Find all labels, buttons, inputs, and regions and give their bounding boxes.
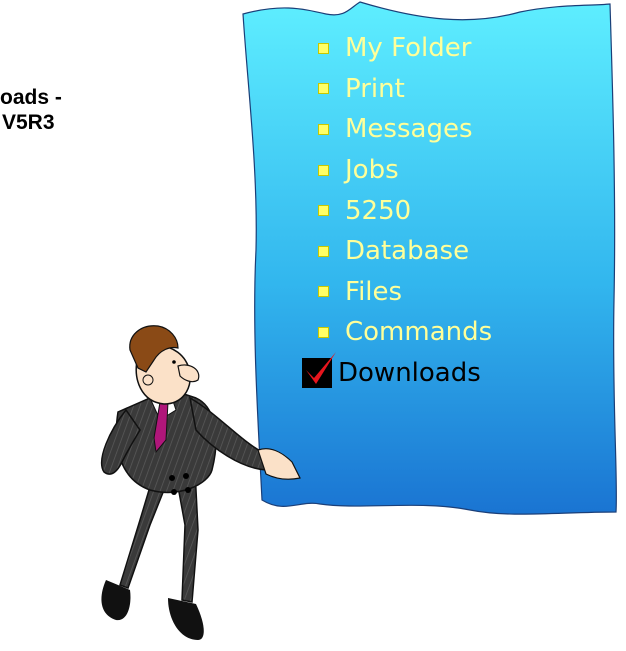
- menu-item-jobs[interactable]: Jobs: [300, 150, 492, 191]
- menu-item-5250[interactable]: 5250: [300, 190, 492, 231]
- menu-item-label: Commands: [345, 317, 493, 348]
- menu-item-label: Print: [345, 73, 405, 104]
- menu-item-label: Jobs: [345, 155, 399, 186]
- heading-line-2: V5R3: [2, 111, 55, 134]
- bullet-icon: [318, 205, 329, 217]
- menu-item-commands[interactable]: Commands: [300, 312, 492, 353]
- menu-item-label: Messages: [345, 114, 473, 145]
- bullet-icon: [318, 42, 329, 54]
- menu-item-label: Database: [345, 236, 470, 267]
- menu-item-label: My Folder: [345, 33, 472, 64]
- heading-line-1: oads -: [0, 86, 62, 109]
- check-icon: [302, 352, 336, 389]
- menu-item-label: Downloads: [338, 358, 481, 389]
- menu-item-my-folder[interactable]: My Folder: [300, 28, 492, 69]
- menu-item-downloads[interactable]: Downloads: [300, 352, 492, 394]
- bullet-icon: [318, 83, 329, 95]
- bullet-icon: [318, 123, 329, 135]
- bullet-icon: [318, 326, 329, 338]
- menu-item-print[interactable]: Print: [300, 69, 492, 110]
- menu-item-messages[interactable]: Messages: [300, 109, 492, 150]
- menu-item-files[interactable]: Files: [300, 272, 492, 313]
- bullet-icon: [318, 164, 329, 176]
- menu-item-label: 5250: [345, 195, 412, 226]
- bullet-icon: [318, 245, 329, 257]
- menu-item-label: Files: [345, 276, 403, 307]
- menu-item-database[interactable]: Database: [300, 231, 492, 272]
- nav-menu: My Folder Print Messages Jobs 5250 Datab…: [300, 28, 492, 393]
- bullet-icon: [318, 286, 329, 298]
